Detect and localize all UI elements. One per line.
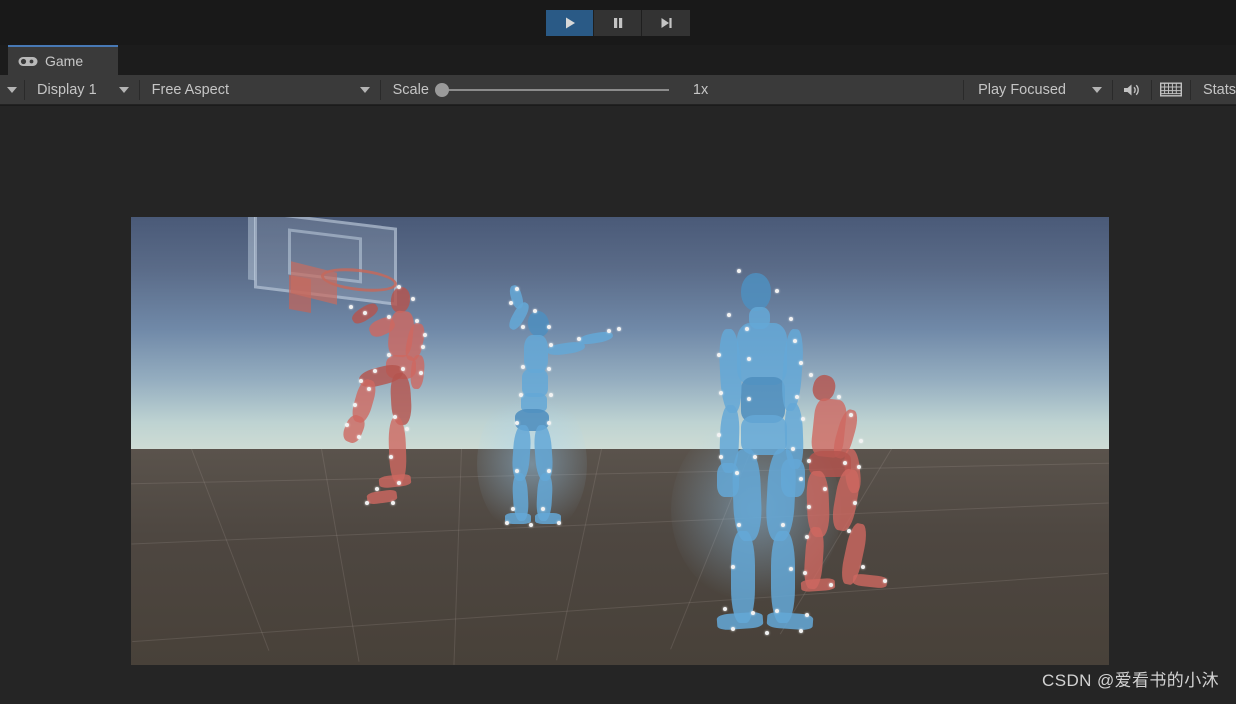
scale-value: 1x bbox=[692, 81, 709, 98]
display-dropdown[interactable]: Display 1 bbox=[25, 75, 139, 105]
csdn-watermark: CSDN @爱看书的小沐 bbox=[1042, 671, 1219, 690]
scale-slider-handle[interactable] bbox=[434, 82, 449, 97]
gizmos-grid-button[interactable] bbox=[1152, 75, 1190, 105]
play-focus-label: Play Focused bbox=[978, 81, 1066, 98]
play-focus-dropdown[interactable]: Play Focused bbox=[964, 75, 1112, 105]
scale-label: Scale bbox=[392, 81, 429, 98]
chevron-down-icon bbox=[118, 86, 129, 93]
tab-strip: Game bbox=[0, 45, 1236, 75]
step-icon bbox=[661, 17, 672, 28]
play-icon bbox=[565, 17, 575, 28]
chevron-down-icon bbox=[7, 86, 17, 93]
aspect-ratio-dropdown[interactable]: Free Aspect bbox=[140, 75, 380, 105]
mocap-figure-blue-arms-out bbox=[477, 283, 621, 539]
step-button[interactable] bbox=[642, 9, 690, 36]
mocap-figure-red-dunking bbox=[331, 275, 441, 525]
aspect-ratio-label: Free Aspect bbox=[151, 81, 230, 98]
speaker-icon bbox=[1123, 84, 1139, 95]
playback-button-group bbox=[546, 9, 690, 36]
chevron-down-icon bbox=[1091, 86, 1102, 93]
game-view-canvas[interactable] bbox=[0, 106, 1236, 704]
display-dropdown-label: Display 1 bbox=[37, 81, 97, 98]
chevron-down-icon bbox=[359, 86, 370, 93]
mute-audio-button[interactable] bbox=[1113, 75, 1151, 105]
game-render-output bbox=[131, 217, 1109, 665]
gamepad-icon bbox=[18, 56, 38, 66]
scale-control: Scale 1x bbox=[381, 75, 709, 105]
stats-button[interactable]: Stats bbox=[1191, 75, 1236, 105]
playback-toolbar bbox=[0, 0, 1236, 45]
scale-slider[interactable] bbox=[434, 82, 669, 97]
game-view-toolbar: Display 1 Free Aspect Scale 1x Play Focu… bbox=[0, 75, 1236, 105]
view-menu-button[interactable] bbox=[0, 75, 24, 105]
pause-icon bbox=[613, 17, 622, 28]
keyboard-grid-icon bbox=[1159, 82, 1182, 97]
tab-game-label: Game bbox=[45, 53, 84, 69]
play-button[interactable] bbox=[546, 9, 594, 36]
mocap-figure-red-crouching bbox=[779, 365, 889, 625]
stats-label: Stats bbox=[1202, 81, 1236, 98]
pause-button[interactable] bbox=[594, 9, 642, 36]
tab-game[interactable]: Game bbox=[8, 45, 118, 75]
